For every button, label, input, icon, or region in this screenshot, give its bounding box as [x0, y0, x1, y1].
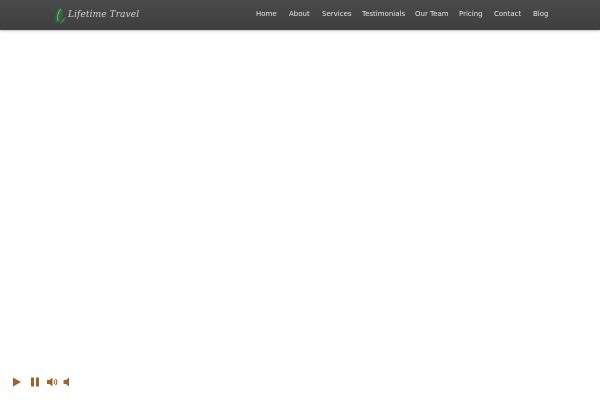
audio-player-controls: [11, 376, 81, 388]
main-menu: Home About Services Testimonials Our Tea…: [0, 0, 600, 30]
nav-item-testimonials[interactable]: Testimonials: [362, 10, 405, 19]
volume-down-icon[interactable]: [62, 376, 74, 388]
nav-item-pricing[interactable]: Pricing: [459, 10, 483, 19]
nav-item-contact[interactable]: Contact: [494, 10, 521, 19]
nav-item-blog[interactable]: Blog: [533, 10, 548, 19]
nav-item-home[interactable]: Home: [256, 10, 277, 19]
top-navigation-bar: Lifetime Travel Home About Services Test…: [0, 0, 600, 30]
pause-icon[interactable]: [29, 376, 41, 388]
nav-item-our-team[interactable]: Our Team: [415, 10, 449, 19]
nav-item-about[interactable]: About: [289, 10, 310, 19]
volume-up-icon[interactable]: [46, 376, 58, 388]
play-icon[interactable]: [11, 376, 23, 388]
nav-item-services[interactable]: Services: [322, 10, 352, 19]
